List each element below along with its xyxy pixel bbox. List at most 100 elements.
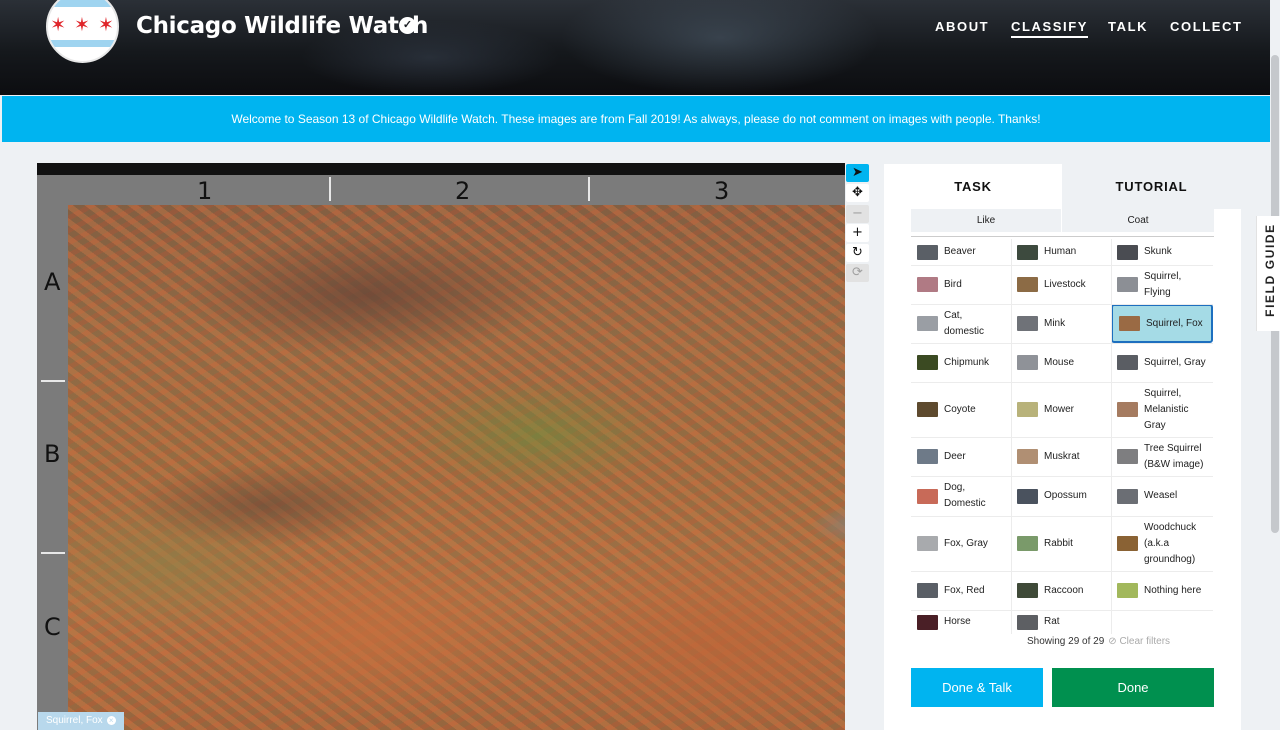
species-option-weasel[interactable]: Weasel bbox=[1111, 476, 1213, 516]
species-label: Nothing here bbox=[1144, 584, 1202, 596]
species-option-squirrel-flying[interactable]: Squirrel, Flying bbox=[1111, 265, 1213, 304]
species-thumbnail bbox=[1117, 244, 1138, 260]
project-title[interactable]: Chicago Wildlife Watch bbox=[136, 13, 428, 39]
species-option-skunk[interactable]: Skunk bbox=[1111, 239, 1213, 265]
species-label: Beaver bbox=[944, 246, 976, 257]
move-tool-icon[interactable]: ✥ bbox=[846, 184, 869, 202]
species-label: Squirrel, Melanistic Gray bbox=[1144, 387, 1189, 431]
nav-about[interactable]: ABOUT bbox=[935, 19, 989, 34]
species-thumbnail bbox=[917, 244, 938, 260]
species-thumbnail bbox=[1017, 355, 1038, 370]
nav-talk[interactable]: TALK bbox=[1108, 19, 1148, 34]
species-label: Rabbit bbox=[1044, 537, 1073, 549]
species-option-mink[interactable]: Mink bbox=[1011, 304, 1111, 343]
species-option-chipmunk[interactable]: Chipmunk bbox=[911, 343, 1011, 382]
reset-view-icon[interactable]: ⟳ bbox=[846, 264, 869, 282]
grid-divider bbox=[911, 437, 1213, 438]
grid-column-divider bbox=[588, 177, 590, 201]
species-option-squirrel-fox[interactable]: Squirrel, Fox bbox=[1111, 304, 1213, 343]
grid-row-label: C bbox=[44, 613, 61, 641]
nav-classify[interactable]: CLASSIFY bbox=[1011, 19, 1089, 38]
grid-row-label: B bbox=[44, 440, 61, 468]
species-label: Tree Squirrel (B&W image) bbox=[1144, 442, 1204, 470]
species-option-human[interactable]: Human bbox=[1011, 239, 1111, 265]
species-option-mower[interactable]: Mower bbox=[1011, 382, 1111, 437]
filter-coat[interactable]: Coat bbox=[1062, 209, 1214, 232]
species-label: Weasel bbox=[1144, 490, 1178, 501]
done-button[interactable]: Done bbox=[1052, 668, 1214, 707]
species-option-rat[interactable]: Rat bbox=[1011, 610, 1111, 634]
species-option-nothing-here[interactable]: Nothing here bbox=[1111, 571, 1213, 610]
species-thumbnail bbox=[917, 402, 938, 417]
selected-species-tag[interactable]: Squirrel, Fox × bbox=[38, 712, 124, 730]
species-option-cat-domestic[interactable]: Cat, domestic bbox=[911, 304, 1011, 343]
species-thumbnail bbox=[1017, 614, 1038, 630]
nav-collect[interactable]: COLLECT bbox=[1170, 19, 1243, 34]
species-option-dog-domestic[interactable]: Dog, Domestic bbox=[911, 476, 1011, 516]
flag-stripe bbox=[48, 0, 117, 7]
clear-filters-icon: ⊘ bbox=[1108, 636, 1120, 647]
species-thumbnail bbox=[1017, 536, 1038, 551]
tab-tutorial[interactable]: TUTORIAL bbox=[1062, 164, 1241, 209]
subject-viewer[interactable]: 1 2 3 A B C bbox=[37, 163, 845, 730]
species-option-squirrel-gray[interactable]: Squirrel, Gray bbox=[1111, 343, 1213, 382]
field-guide-tab[interactable]: FIELD GUIDE bbox=[1256, 216, 1280, 331]
clear-filters-label: Clear filters bbox=[1119, 636, 1171, 647]
species-option-beaver[interactable]: Beaver bbox=[911, 239, 1011, 265]
grid-divider bbox=[911, 571, 1213, 572]
species-label: Horse bbox=[944, 616, 971, 627]
grid-row-label: A bbox=[44, 268, 61, 296]
filter-like[interactable]: Like bbox=[911, 209, 1061, 232]
grid-row-divider bbox=[41, 552, 65, 554]
remove-tag-icon[interactable]: × bbox=[106, 716, 116, 725]
grid-divider bbox=[911, 516, 1213, 517]
species-thumbnail bbox=[1117, 355, 1138, 370]
done-and-talk-button[interactable]: Done & Talk bbox=[911, 668, 1043, 707]
clear-filters-link[interactable]: ⊘ Clear filters bbox=[1108, 636, 1170, 647]
camera-trap-photo[interactable] bbox=[68, 205, 845, 730]
species-thumbnail bbox=[917, 614, 938, 630]
species-label: Woodchuck (a.k.a groundhog) bbox=[1144, 521, 1197, 565]
species-option-opossum[interactable]: Opossum bbox=[1011, 476, 1111, 516]
flag-stars: ✶ ✶ ✶ bbox=[50, 14, 115, 36]
species-option-woodchuck[interactable]: Woodchuck (a.k.a groundhog) bbox=[1111, 516, 1213, 571]
species-label: Fox, Gray bbox=[944, 537, 988, 549]
species-option-tree-squirrel-bw[interactable]: Tree Squirrel (B&W image) bbox=[1111, 437, 1213, 476]
filter-divider bbox=[911, 236, 1214, 237]
species-label: Fox, Red bbox=[944, 584, 985, 596]
pointer-tool-icon[interactable]: ➤ bbox=[846, 164, 869, 182]
rotate-icon[interactable]: ↻ bbox=[846, 244, 869, 262]
species-option-fox-red[interactable]: Fox, Red bbox=[911, 571, 1011, 610]
species-label: Coyote bbox=[944, 403, 976, 415]
species-thumbnail bbox=[1017, 488, 1038, 504]
species-option-fox-gray[interactable]: Fox, Gray bbox=[911, 516, 1011, 571]
species-option-squirrel-melanistic-gray[interactable]: Squirrel, Melanistic Gray bbox=[1111, 382, 1213, 437]
species-label: Bird bbox=[944, 278, 962, 290]
species-thumbnail bbox=[917, 277, 938, 292]
zoom-in-icon[interactable]: + bbox=[846, 224, 869, 242]
species-label: Mouse bbox=[1044, 356, 1075, 368]
species-option-mouse[interactable]: Mouse bbox=[1011, 343, 1111, 382]
grid-divider bbox=[911, 265, 1213, 266]
species-thumbnail bbox=[1117, 536, 1138, 551]
showing-count: Showing 29 of 29 ⊘ Clear filters bbox=[1027, 636, 1170, 647]
announcement-banner: Welcome to Season 13 of Chicago Wildlife… bbox=[2, 96, 1270, 142]
page-scrollbar[interactable] bbox=[1270, 0, 1280, 730]
species-option-coyote[interactable]: Coyote bbox=[911, 382, 1011, 437]
species-label: Squirrel, Flying bbox=[1144, 270, 1182, 298]
species-option-horse[interactable]: Horse bbox=[911, 610, 1011, 634]
species-label: Skunk bbox=[1144, 246, 1172, 257]
species-option-muskrat[interactable]: Muskrat bbox=[1011, 437, 1111, 476]
species-option-deer[interactable]: Deer bbox=[911, 437, 1011, 476]
species-option-raccoon[interactable]: Raccoon bbox=[1011, 571, 1111, 610]
species-option-livestock[interactable]: Livestock bbox=[1011, 265, 1111, 304]
species-thumbnail bbox=[1017, 583, 1038, 598]
species-option-rabbit[interactable]: Rabbit bbox=[1011, 516, 1111, 571]
species-option-bird[interactable]: Bird bbox=[911, 265, 1011, 304]
tab-task[interactable]: TASK bbox=[884, 164, 1062, 209]
species-thumbnail bbox=[1117, 488, 1138, 504]
species-thumbnail bbox=[1117, 277, 1138, 292]
zoom-out-icon[interactable]: − bbox=[846, 205, 869, 223]
species-thumbnail bbox=[1017, 449, 1038, 464]
species-label: Chipmunk bbox=[944, 356, 990, 368]
